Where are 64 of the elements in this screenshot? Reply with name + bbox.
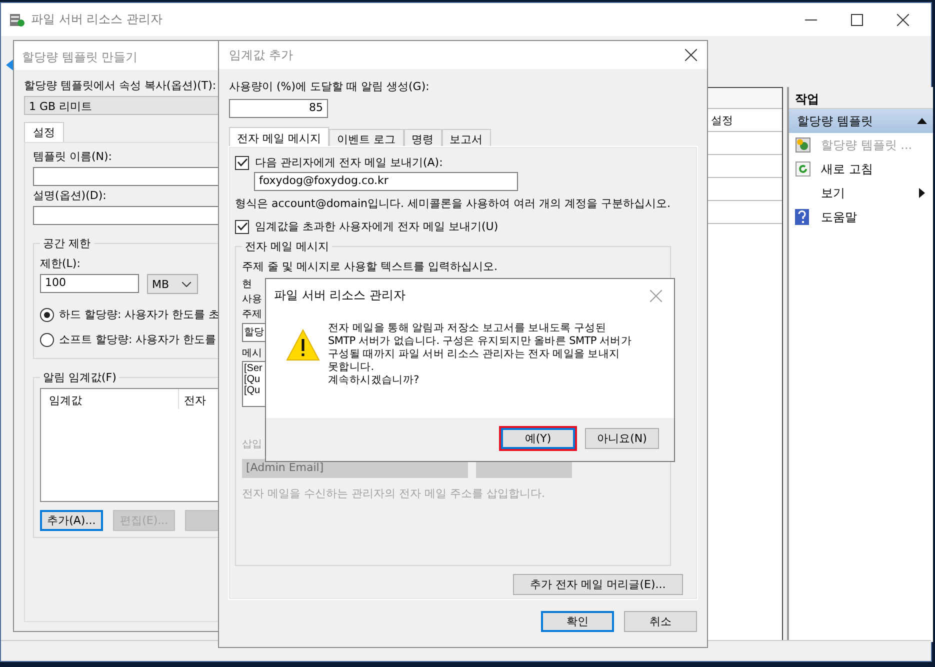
option-label: 임계값을 초과한 사용자에게 전자 메일 보내기(U) [255,219,498,234]
column-header: 임계값 [41,389,179,409]
dialog-button[interactable]: 예(Y) [501,428,575,449]
maximize-button[interactable] [851,14,863,26]
field-label: 주제 [242,308,262,321]
server-icon [9,12,25,28]
checkbox[interactable] [235,156,249,170]
pane-header: 작업 [789,87,933,109]
field-label: 제한(L): [40,256,80,271]
field-label: 현 [242,278,252,291]
field-label: 사용량이 (%)에 도달할 때 알림 생성(G): [229,79,430,94]
field-label: 설명(옵션)(D): [33,188,106,203]
field-label: 메시 [242,347,262,360]
option-label: 하드 할당량: 사용자가 한도를 초 [59,307,220,322]
subject-field[interactable]: 할당 [242,323,266,342]
variable-description: 전자 메일을 수신하는 관리자의 전자 메일 주소를 삽입합니다. [242,486,546,501]
tab[interactable]: 설정 [24,122,64,142]
warning-icon [286,329,320,361]
tab[interactable]: 이벤트 로그 [329,129,404,147]
unit-dropdown[interactable]: MB [147,274,198,294]
action-item[interactable]: 보기 [789,181,933,205]
close-button[interactable] [897,14,909,26]
tab[interactable]: 명령 [404,129,442,147]
message-field[interactable]: [Ser [Qu [Qu [242,361,266,407]
dialog-button[interactable]: 추가(A)... [40,510,103,531]
tab[interactable]: 전자 메일 메시지 [229,127,329,147]
checkbox-option[interactable]: 임계값을 초과한 사용자에게 전자 메일 보내기(U) [235,219,691,234]
input-field[interactable]: 100 [40,274,139,293]
headers-button[interactable]: 추가 전자 메일 머리글(E)... [513,574,683,595]
dialog-button[interactable]: 아니요(N) [585,428,659,449]
group-label: 전자 메일 메시지 [242,239,332,254]
action-item[interactable]: 도움말 [789,205,933,229]
instruction-text: 주제 줄 및 메시지로 사용할 텍스트를 입력하십시오. [242,259,498,274]
field-label: 사용 [242,293,262,306]
option-label: 다음 관리자에게 전자 메일 보내기(A): [255,155,443,170]
format-hint: 형식은 account@domain입니다. 세미콜론을 사용하여 여러 개의 계정을 구분하십시오. [235,196,672,211]
submenu-arrow-icon [919,188,925,198]
column-header: 전자 [183,393,207,409]
field-label: 할당량 템플릿에서 속성 복사(옵션)(T): [24,78,216,93]
cancel-button[interactable]: 취소 [624,611,697,632]
group-label: 알림 임계값(F) [40,370,120,385]
field-label: 삽입 [242,438,262,451]
percent-field[interactable]: 85 [229,99,328,118]
radio-button[interactable] [40,308,54,322]
ok-button[interactable]: 확인 [541,611,614,632]
dialog-title: 파일 서버 리소스 관리자 [274,287,406,304]
checkbox-option[interactable]: 다음 관리자에게 전자 메일 보내기(A): [235,155,691,170]
help-icon [795,209,809,225]
refresh-icon [795,161,811,177]
tab[interactable]: 보고서 [442,129,490,147]
checkbox[interactable] [235,220,249,234]
close-button[interactable] [685,49,697,61]
window-title: 파일 서버 리소스 관리자 [31,11,162,28]
radio-button[interactable] [40,332,54,346]
email-field[interactable]: foxydog@foxydog.co.kr [254,172,518,191]
action-item[interactable]: 새로 고침 [789,157,933,181]
group-label: 공간 제한 [40,236,94,251]
section-header[interactable]: 할당량 템플릿 [789,109,933,133]
template-icon [795,137,811,153]
collapse-icon[interactable] [917,118,927,124]
option-label: 소프트 할당량: 사용자가 한도를 [59,332,216,347]
message-text: 전자 메일을 통해 알림과 저장소 보고서를 보내도록 구성된 SMTP 서버가 없습니다. 구성은 유지되지만 올바른 SMTP 서버가 구성될 때까지 파일 서버 리소스 관리자는 전자 메일을 보내지 못합니다. 계속하시겠습니까? [328,322,632,387]
chevron-icon [182,282,191,286]
field-label: 템플릿 이름(N): [33,149,112,164]
